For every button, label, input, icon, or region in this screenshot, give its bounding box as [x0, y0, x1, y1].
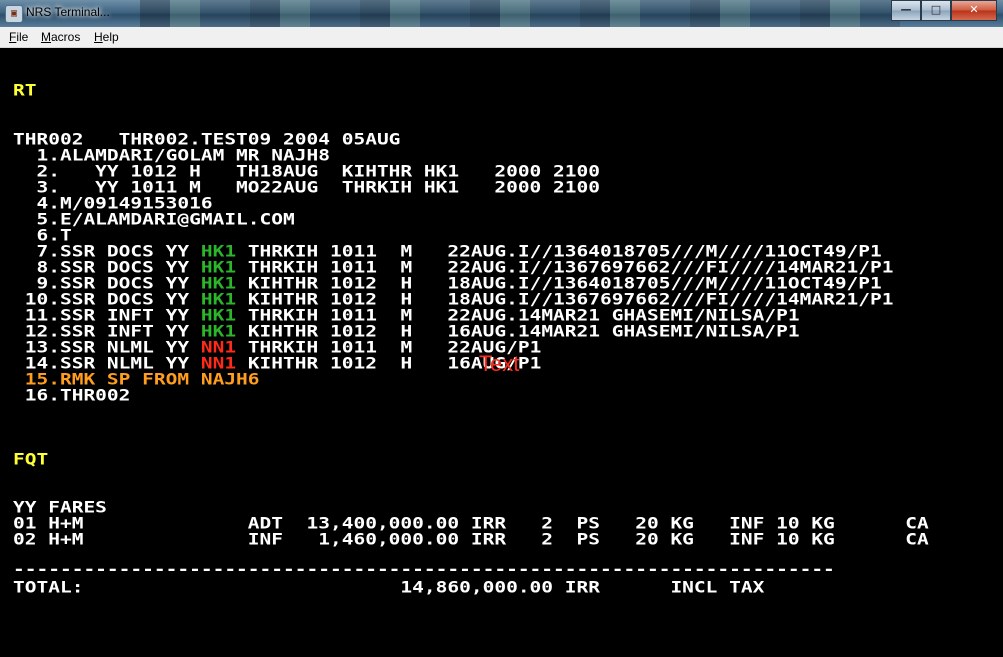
window-controls: — □ ✕ [891, 0, 997, 21]
pnr-line: 11.SSR INFT YY HK1 THRKIH 1011 M 22AUG.1… [13, 305, 800, 325]
fare-line: 01 H+M ADT 13,400,000.00 IRR 2 PS 20 KG … [13, 513, 929, 533]
pnr-line: 16.THR002 [13, 385, 131, 405]
menu-bar: File Macros Help [0, 27, 1003, 48]
menu-macros[interactable]: Macros [41, 30, 80, 44]
minimize-button[interactable]: — [891, 0, 921, 21]
fare-line: 02 H+M INF 1,460,000.00 IRR 2 PS 20 KG I… [13, 529, 929, 549]
separator-line: ----------------------------------------… [13, 559, 835, 579]
pnr-line: 13.SSR NLML YY NN1 THRKIH 1011 M 22AUG/P… [13, 337, 542, 357]
pnr-line: 5.E/ALAMDARI@GMAIL.COM [13, 209, 295, 229]
pnr-line: 14.SSR NLML YY NN1 KIHTHR 1012 H 16AUG/P… [13, 353, 542, 373]
menu-file[interactable]: File [9, 30, 28, 44]
maximize-button[interactable]: □ [921, 0, 951, 21]
pnr-line: 8.SSR DOCS YY HK1 THRKIH 1011 M 22AUG.I/… [13, 257, 894, 277]
pnr-line: 6.T [13, 225, 72, 245]
window-title-bar[interactable]: ▣ NRS Terminal... — □ ✕ [0, 0, 1003, 27]
menu-help[interactable]: Help [94, 30, 119, 44]
fqt-header: FQT [13, 449, 49, 469]
terminal-screen[interactable]: RT THR002 THR002.TEST09 2004 05AUG 1.ALAM… [0, 48, 1003, 657]
total-line: TOTAL: 14,860,000.00 IRR INCL TAX [13, 577, 765, 597]
remark-line: 15.RMK SP FROM NAJH6 [13, 369, 260, 389]
title-bar-background [140, 0, 900, 27]
pnr-header: THR002 THR002.TEST09 2004 05AUG [13, 129, 401, 149]
fares-header: YY FARES [13, 497, 107, 517]
rt-header: RT [13, 80, 37, 100]
pnr-line: 10.SSR DOCS YY HK1 KIHTHR 1012 H 18AUG.I… [13, 289, 894, 309]
window-title: NRS Terminal... [26, 5, 110, 19]
overlay-text-annotation: Text [479, 351, 520, 376]
pnr-line: 9.SSR DOCS YY HK1 KIHTHR 1012 H 18AUG.I/… [13, 273, 882, 293]
close-button[interactable]: ✕ [951, 0, 997, 21]
pnr-line: 7.SSR DOCS YY HK1 THRKIH 1011 M 22AUG.I/… [13, 241, 882, 261]
terminal-app-icon[interactable]: ▣ [5, 5, 23, 23]
pnr-line: 4.M/09149153016 [13, 193, 213, 213]
pnr-line: 12.SSR INFT YY HK1 KIHTHR 1012 H 16AUG.1… [13, 321, 800, 341]
pnr-line: 1.ALAMDARI/GOLAM MR NAJH8 [13, 145, 330, 165]
pnr-line: 2. YY 1012 H TH18AUG KIHTHR HK1 2000 210… [13, 161, 600, 181]
pnr-line: 3. YY 1011 M MO22AUG THRKIH HK1 2000 210… [13, 177, 600, 197]
